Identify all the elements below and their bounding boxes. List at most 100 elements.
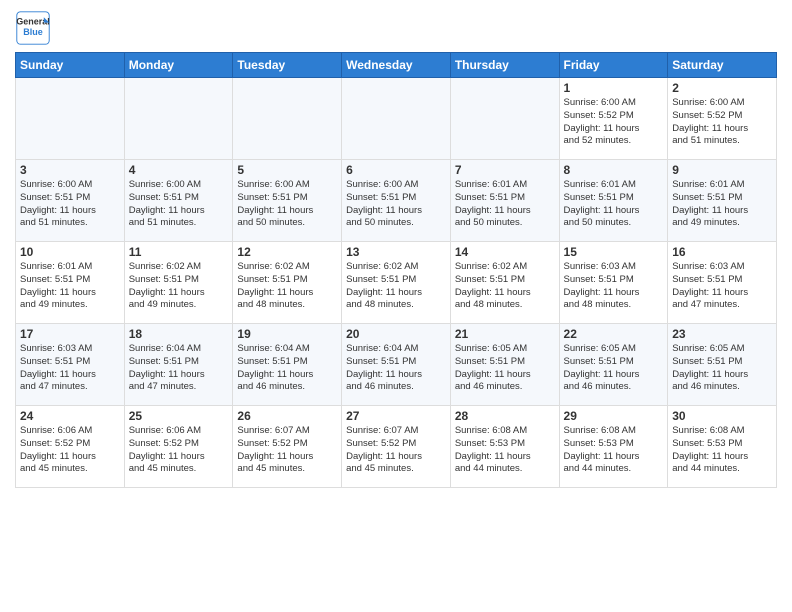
calendar-cell: 24Sunrise: 6:06 AMSunset: 5:52 PMDayligh… [16,406,125,488]
day-info: and 47 minutes. [129,381,229,394]
logo-icon: General Blue [15,10,51,46]
day-info: and 45 minutes. [237,463,337,476]
day-info: Sunrise: 6:01 AM [455,179,555,192]
calendar-cell: 26Sunrise: 6:07 AMSunset: 5:52 PMDayligh… [233,406,342,488]
day-info: and 47 minutes. [672,299,772,312]
day-number: 14 [455,245,555,259]
day-info: Daylight: 11 hours [564,287,664,300]
day-info: and 51 minutes. [20,217,120,230]
day-info: and 44 minutes. [455,463,555,476]
day-info: Sunset: 5:53 PM [672,438,772,451]
svg-text:Blue: Blue [23,27,43,37]
day-info: Sunset: 5:51 PM [672,192,772,205]
day-info: Daylight: 11 hours [129,205,229,218]
calendar-cell: 17Sunrise: 6:03 AMSunset: 5:51 PMDayligh… [16,324,125,406]
day-info: and 49 minutes. [20,299,120,312]
day-info: Sunrise: 6:00 AM [129,179,229,192]
weekday-header: Monday [124,53,233,78]
day-info: Daylight: 11 hours [346,287,446,300]
day-info: Daylight: 11 hours [129,451,229,464]
day-info: Sunset: 5:51 PM [346,274,446,287]
weekday-header: Tuesday [233,53,342,78]
day-info: Sunset: 5:51 PM [237,192,337,205]
day-info: Daylight: 11 hours [346,205,446,218]
page: General Blue SundayMondayTuesdayWednesda… [0,0,792,498]
calendar-cell: 30Sunrise: 6:08 AMSunset: 5:53 PMDayligh… [668,406,777,488]
day-info: Sunrise: 6:00 AM [20,179,120,192]
calendar-cell: 2Sunrise: 6:00 AMSunset: 5:52 PMDaylight… [668,78,777,160]
day-number: 17 [20,327,120,341]
day-info: Daylight: 11 hours [237,205,337,218]
calendar-cell: 27Sunrise: 6:07 AMSunset: 5:52 PMDayligh… [342,406,451,488]
calendar-cell: 15Sunrise: 6:03 AMSunset: 5:51 PMDayligh… [559,242,668,324]
day-info: Daylight: 11 hours [672,287,772,300]
day-info: and 46 minutes. [237,381,337,394]
day-info: Sunset: 5:51 PM [129,192,229,205]
day-info: and 49 minutes. [129,299,229,312]
day-info: and 48 minutes. [455,299,555,312]
day-info: Sunset: 5:51 PM [129,356,229,369]
calendar-cell [16,78,125,160]
day-info: Sunrise: 6:08 AM [672,425,772,438]
day-info: Sunrise: 6:04 AM [237,343,337,356]
calendar-cell: 7Sunrise: 6:01 AMSunset: 5:51 PMDaylight… [450,160,559,242]
day-info: Sunset: 5:51 PM [237,356,337,369]
calendar-cell: 19 Sunrise: 6:04 AMSunset: 5:51 PMDayligh… [233,324,342,406]
day-number: 8 [564,163,664,177]
day-info: and 47 minutes. [20,381,120,394]
day-info: and 45 minutes. [129,463,229,476]
day-info: Sunset: 5:51 PM [237,274,337,287]
day-info: and 50 minutes. [564,217,664,230]
day-number: 19 [237,327,337,341]
day-info: and 51 minutes. [672,135,772,148]
day-info: Daylight: 11 hours [20,451,120,464]
day-number: 5 [237,163,337,177]
day-info: Daylight: 11 hours [672,369,772,382]
calendar-cell: 9Sunrise: 6:01 AMSunset: 5:51 PMDaylight… [668,160,777,242]
day-info: Sunrise: 6:05 AM [564,343,664,356]
day-info: Sunrise: 6:06 AM [129,425,229,438]
day-info: Daylight: 11 hours [237,369,337,382]
day-number: 10 [20,245,120,259]
day-info: and 46 minutes. [564,381,664,394]
day-info: Daylight: 11 hours [455,451,555,464]
day-info: Daylight: 11 hours [346,451,446,464]
day-info: Sunset: 5:51 PM [20,274,120,287]
calendar-header: SundayMondayTuesdayWednesdayThursdayFrid… [16,53,777,78]
calendar-cell: 5Sunrise: 6:00 AMSunset: 5:51 PMDaylight… [233,160,342,242]
weekday-header: Thursday [450,53,559,78]
calendar-cell: 21Sunrise: 6:05 AMSunset: 5:51 PMDayligh… [450,324,559,406]
day-info: Daylight: 11 hours [129,369,229,382]
day-info: Sunrise: 6:02 AM [455,261,555,274]
day-info: Daylight: 11 hours [237,451,337,464]
day-info: Daylight: 11 hours [672,123,772,136]
day-info: Sunrise: 6:06 AM [20,425,120,438]
day-info: Sunset: 5:52 PM [672,110,772,123]
calendar-cell: 25Sunrise: 6:06 AMSunset: 5:52 PMDayligh… [124,406,233,488]
day-info: Daylight: 11 hours [564,205,664,218]
logo: General Blue [15,10,55,46]
day-info: Sunrise: 6:04 AM [129,343,229,356]
day-info: and 50 minutes. [346,217,446,230]
day-info: and 44 minutes. [672,463,772,476]
day-number: 6 [346,163,446,177]
day-info: and 48 minutes. [237,299,337,312]
day-info: Daylight: 11 hours [672,451,772,464]
day-info: and 45 minutes. [346,463,446,476]
day-number: 16 [672,245,772,259]
calendar-cell: 20Sunrise: 6:04 AMSunset: 5:51 PMDayligh… [342,324,451,406]
day-info: Sunrise: 6:03 AM [672,261,772,274]
day-info: and 45 minutes. [20,463,120,476]
day-info: and 46 minutes. [455,381,555,394]
day-number: 24 [20,409,120,423]
calendar-cell: 4Sunrise: 6:00 AMSunset: 5:51 PMDaylight… [124,160,233,242]
calendar-cell: 18Sunrise: 6:04 AMSunset: 5:51 PMDayligh… [124,324,233,406]
day-info: Sunrise: 6:07 AM [346,425,446,438]
weekday-header: Wednesday [342,53,451,78]
day-info: Sunset: 5:51 PM [455,192,555,205]
calendar-cell: 13Sunrise: 6:02 AMSunset: 5:51 PMDayligh… [342,242,451,324]
day-info: Sunset: 5:51 PM [455,356,555,369]
day-info: Sunset: 5:53 PM [455,438,555,451]
day-info: Sunrise: 6:01 AM [672,179,772,192]
calendar-cell [233,78,342,160]
